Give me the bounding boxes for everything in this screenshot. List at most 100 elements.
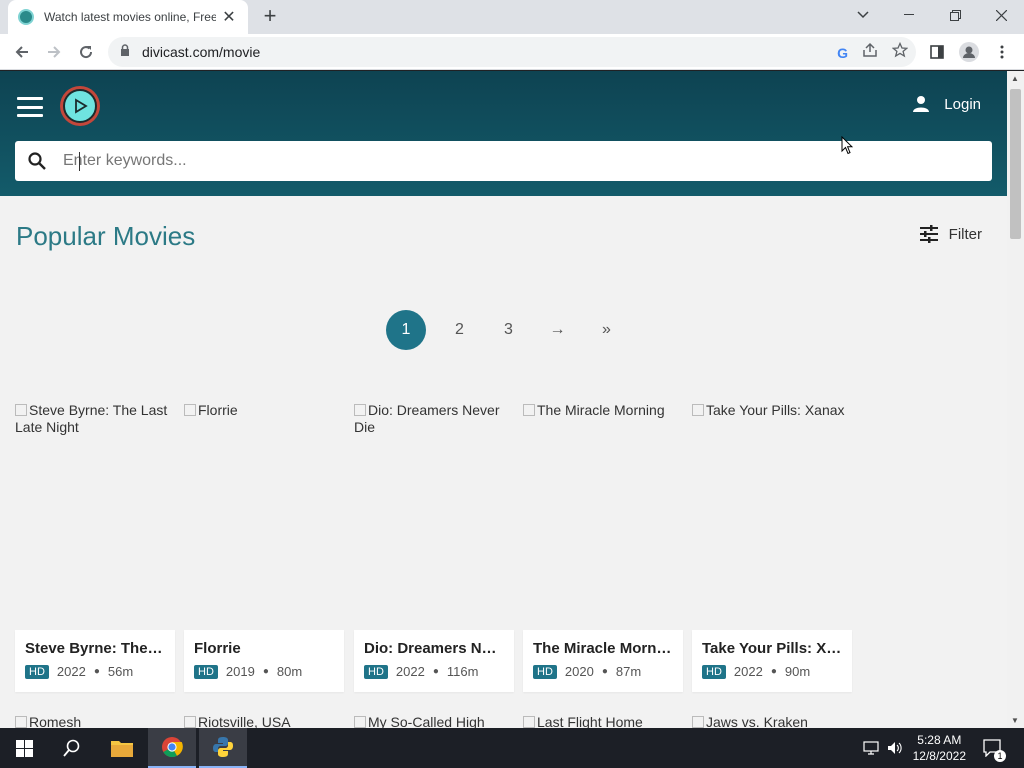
page-title: Popular Movies bbox=[16, 221, 196, 251]
broken-image-icon bbox=[184, 404, 196, 416]
minimize-button[interactable] bbox=[886, 0, 932, 30]
next-page-button[interactable]: → bbox=[533, 310, 582, 350]
chrome-icon[interactable] bbox=[148, 728, 196, 768]
login-label: Login bbox=[944, 95, 981, 113]
quality-badge: HD bbox=[194, 664, 218, 679]
broken-image-icon bbox=[523, 404, 535, 416]
sliders-icon bbox=[919, 225, 938, 243]
movie-title[interactable]: Dio: Dreamers Never Die bbox=[364, 640, 504, 657]
movie-card[interactable]: Dio: Dreamers Never Die Dio: Dreamers Ne… bbox=[354, 402, 514, 692]
profile-avatar-icon[interactable] bbox=[957, 40, 981, 64]
close-window-button[interactable] bbox=[978, 0, 1024, 30]
separator-dot: ● bbox=[601, 666, 608, 677]
url-text: divicast.com/movie bbox=[142, 44, 261, 60]
broken-image-icon bbox=[184, 716, 196, 728]
last-page-button[interactable]: » bbox=[582, 310, 631, 350]
quality-badge: HD bbox=[533, 664, 557, 679]
movie-card[interactable]: The Miracle Morning The Miracle Morning … bbox=[523, 402, 683, 692]
movie-poster[interactable]: Dio: Dreamers Never Die bbox=[354, 402, 514, 630]
movie-info: Take Your Pills: Xanax HD 2022 ● 90m bbox=[692, 630, 852, 692]
scroll-up-icon[interactable]: ▲ bbox=[1011, 74, 1019, 83]
browser-menu-icon[interactable] bbox=[990, 40, 1014, 64]
clock-time: 5:28 AM bbox=[917, 733, 962, 747]
browser-toolbar: divicast.com/movie G bbox=[0, 34, 1024, 70]
clock-date: 12/8/2022 bbox=[912, 749, 966, 763]
quality-badge: HD bbox=[364, 664, 388, 679]
broken-image-icon bbox=[692, 404, 704, 416]
text-caret bbox=[79, 152, 80, 171]
site-favicon-icon bbox=[18, 9, 34, 25]
movie-poster[interactable]: The Miracle Morning bbox=[523, 402, 683, 630]
system-clock[interactable]: 5:28 AM 12/8/2022 bbox=[913, 732, 966, 764]
filter-button[interactable]: Filter bbox=[919, 225, 982, 243]
address-bar[interactable]: divicast.com/movie G bbox=[108, 37, 916, 67]
new-tab-button[interactable]: + bbox=[258, 5, 282, 29]
movie-title[interactable]: Florrie bbox=[194, 640, 334, 657]
bookmark-star-icon[interactable] bbox=[891, 41, 909, 63]
movie-poster[interactable]: Last Flight Home bbox=[523, 714, 643, 728]
movie-duration: 116m bbox=[446, 664, 479, 679]
search-input[interactable] bbox=[63, 152, 943, 170]
windows-taskbar: 5:28 AM 12/8/2022 1 bbox=[0, 728, 1024, 768]
filter-label: Filter bbox=[948, 225, 982, 243]
scrollbar-thumb[interactable] bbox=[1010, 89, 1021, 239]
tab-search-icon[interactable] bbox=[840, 0, 886, 30]
taskbar-search-icon[interactable] bbox=[48, 728, 96, 768]
movie-poster[interactable]: Riotsville, USA bbox=[184, 714, 291, 728]
movie-poster[interactable]: My So-Called High bbox=[354, 714, 485, 728]
movie-title[interactable]: Steve Byrne: The Last Late Night bbox=[25, 640, 165, 657]
movie-card[interactable]: Steve Byrne: The Last Late Night Steve B… bbox=[15, 402, 175, 692]
broken-image-icon bbox=[15, 716, 27, 728]
file-explorer-icon[interactable] bbox=[98, 728, 146, 768]
movie-title[interactable]: Take Your Pills: Xanax bbox=[702, 640, 842, 657]
login-button[interactable]: Login bbox=[912, 95, 981, 113]
movie-duration: 90m bbox=[784, 664, 811, 679]
quality-badge: HD bbox=[25, 664, 49, 679]
notification-count: 1 bbox=[994, 750, 1006, 762]
movie-poster[interactable]: Romesh bbox=[15, 714, 81, 728]
site-logo[interactable] bbox=[60, 86, 100, 126]
page-3-button[interactable]: 3 bbox=[484, 310, 533, 350]
tab-title: Watch latest movies online, Free bbox=[44, 10, 216, 24]
python-icon[interactable] bbox=[199, 728, 247, 768]
site-header: Login bbox=[0, 71, 1007, 196]
quality-badge: HD bbox=[702, 664, 726, 679]
user-icon bbox=[913, 96, 930, 112]
movie-poster[interactable]: Florrie bbox=[184, 402, 344, 630]
separator-dot: ● bbox=[93, 666, 100, 677]
movie-year: 2022 bbox=[733, 664, 763, 679]
search-icon[interactable] bbox=[27, 151, 47, 171]
play-icon bbox=[75, 98, 88, 114]
volume-icon[interactable] bbox=[884, 728, 906, 768]
movie-year: 2020 bbox=[564, 664, 594, 679]
movie-duration: 56m bbox=[107, 664, 134, 679]
notification-center-icon[interactable]: 1 bbox=[978, 728, 1008, 768]
broken-image-icon bbox=[692, 716, 704, 728]
share-icon[interactable] bbox=[862, 42, 878, 63]
hamburger-menu-icon[interactable] bbox=[17, 97, 43, 117]
movie-duration: 80m bbox=[276, 664, 303, 679]
scroll-down-icon[interactable]: ▼ bbox=[1011, 716, 1019, 725]
page-2-button[interactable]: 2 bbox=[435, 310, 484, 350]
side-panel-icon[interactable] bbox=[925, 40, 949, 64]
windows-start-icon[interactable] bbox=[0, 728, 48, 768]
movie-card[interactable]: Florrie Florrie HD 2019 ● 80m bbox=[184, 402, 344, 692]
close-tab-icon[interactable]: ✕ bbox=[220, 7, 238, 27]
movie-poster[interactable]: Jaws vs. Kraken bbox=[692, 714, 808, 728]
forward-arrow-icon[interactable] bbox=[42, 40, 66, 64]
separator-dot: ● bbox=[770, 666, 777, 677]
vertical-scrollbar[interactable]: ▲ ▼ bbox=[1007, 71, 1024, 728]
reload-icon[interactable] bbox=[74, 40, 98, 64]
movie-poster[interactable]: Steve Byrne: The Last Late Night bbox=[15, 402, 175, 630]
restore-button[interactable] bbox=[932, 0, 978, 30]
movie-title[interactable]: The Miracle Morning bbox=[533, 640, 673, 657]
network-icon[interactable] bbox=[860, 728, 882, 768]
back-arrow-icon[interactable] bbox=[10, 40, 34, 64]
movie-card[interactable]: Take Your Pills: Xanax Take Your Pills: … bbox=[692, 402, 852, 692]
broken-image-icon bbox=[354, 716, 366, 728]
browser-tab[interactable]: Watch latest movies online, Free ✕ bbox=[8, 0, 248, 34]
movie-poster[interactable]: Take Your Pills: Xanax bbox=[692, 402, 852, 630]
movie-info: Dio: Dreamers Never Die HD 2022 ● 116m bbox=[354, 630, 514, 692]
google-lens-icon[interactable]: G bbox=[837, 45, 848, 61]
page-1-button[interactable]: 1 bbox=[386, 310, 426, 350]
